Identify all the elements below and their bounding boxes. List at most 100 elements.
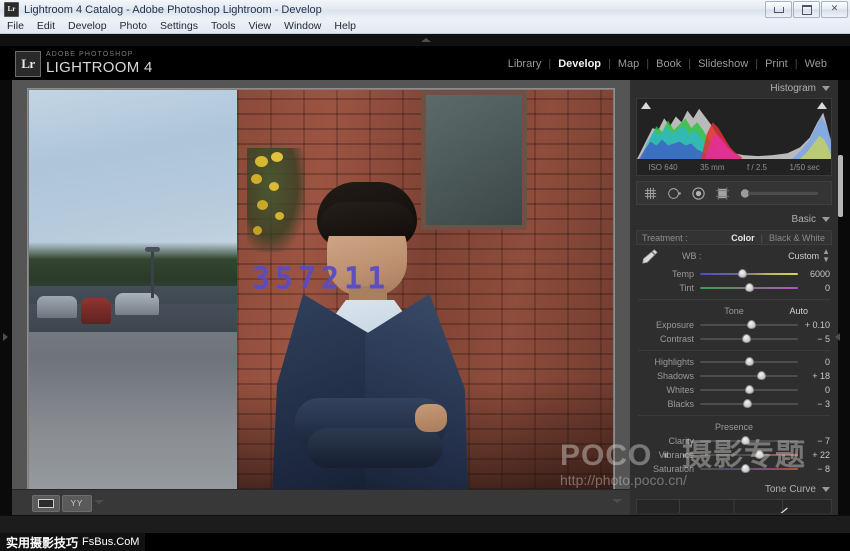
minimize-button[interactable]	[765, 1, 792, 18]
crop-overlay-icon[interactable]	[643, 186, 658, 201]
maximize-button[interactable]	[793, 1, 820, 18]
treatment-bw-option[interactable]: Black & White	[769, 233, 831, 243]
white-balance-selector-icon[interactable]	[638, 247, 660, 265]
exposure-value: + 0.10	[798, 320, 830, 330]
exif-iso: ISO 640	[648, 163, 677, 172]
top-panel-collapse-icon[interactable]	[421, 38, 431, 42]
toolbar-mode-chevron-down-icon[interactable]	[94, 500, 104, 504]
temp-label: Temp	[638, 269, 694, 279]
slider-row-temp[interactable]: Temp 6000	[630, 267, 838, 281]
photo-canvas[interactable]: 357211	[29, 90, 613, 520]
vibrance-track	[700, 454, 798, 456]
slider-row-saturation[interactable]: Saturation − 8	[630, 462, 838, 476]
subject-hand	[415, 404, 447, 432]
menu-view[interactable]: View	[248, 20, 271, 32]
slider-row-blacks[interactable]: Blacks − 3	[630, 397, 838, 411]
contrast-slider[interactable]	[700, 334, 798, 344]
slider-row-contrast[interactable]: Contrast − 5	[630, 332, 838, 346]
chevron-down-icon[interactable]	[822, 86, 830, 91]
identity-plate: ADOBE PHOTOSHOP LIGHTROOM 4	[46, 50, 153, 76]
shadows-track	[700, 375, 798, 377]
highlights-value: 0	[798, 357, 830, 367]
left-panel-collapsed[interactable]	[0, 80, 12, 535]
module-web[interactable]: Web	[798, 58, 834, 70]
red-eye-correction-icon[interactable]	[691, 186, 706, 201]
exposure-slider[interactable]	[700, 320, 798, 330]
highlights-knob[interactable]	[745, 357, 754, 366]
temp-slider[interactable]	[700, 269, 798, 279]
slider-row-vibrance[interactable]: Vibrance + 22	[630, 448, 838, 462]
menu-photo[interactable]: Photo	[120, 20, 147, 32]
image-viewer[interactable]: 357211	[12, 80, 630, 535]
slider-row-whites[interactable]: Whites 0	[630, 383, 838, 397]
module-develop[interactable]: Develop	[551, 58, 608, 70]
menu-settings[interactable]: Settings	[160, 20, 198, 32]
clarity-knob[interactable]	[741, 436, 750, 445]
status-tooltip: 实用摄影技巧 FsBus.CoM	[0, 533, 145, 551]
module-library[interactable]: Library	[501, 58, 549, 70]
lightroom-app: Lr ADOBE PHOTOSHOP LIGHTROOM 4 Library |…	[0, 34, 850, 551]
tone-curve-panel-header[interactable]: Tone Curve	[630, 481, 838, 497]
highlights-slider[interactable]	[700, 357, 798, 367]
menu-develop[interactable]: Develop	[68, 20, 107, 32]
toolbar-options-chevron-down-icon[interactable]	[612, 499, 622, 503]
blacks-knob[interactable]	[743, 399, 752, 408]
spot-removal-icon[interactable]	[667, 186, 682, 201]
close-button[interactable]: ✕	[821, 1, 848, 18]
module-picker: Library | Develop | Map | Book | Slidesh…	[501, 58, 834, 70]
left-panel-collapse-icon[interactable]	[3, 333, 8, 341]
module-map[interactable]: Map	[611, 58, 646, 70]
menu-window[interactable]: Window	[284, 20, 321, 32]
exposure-knob[interactable]	[747, 320, 756, 329]
saturation-knob[interactable]	[741, 464, 750, 473]
slider-row-tint[interactable]: Tint 0	[630, 281, 838, 295]
whites-value: 0	[798, 385, 830, 395]
whites-knob[interactable]	[745, 385, 754, 394]
histogram-panel-header[interactable]: Histogram	[630, 80, 838, 96]
saturation-slider[interactable]	[700, 464, 798, 474]
right-panel-scrollbar[interactable]	[838, 155, 843, 217]
photo-subject	[265, 182, 475, 520]
auto-tone-button[interactable]: Auto	[789, 306, 808, 316]
menu-file[interactable]: File	[7, 20, 24, 32]
right-panel-collapse-icon[interactable]	[835, 333, 840, 341]
menu-tools[interactable]: Tools	[211, 20, 236, 32]
loupe-view-button[interactable]	[32, 495, 60, 512]
wb-value[interactable]: Custom	[788, 251, 819, 261]
vibrance-knob[interactable]	[755, 450, 764, 459]
basic-panel-header[interactable]: Basic	[630, 211, 838, 227]
blacks-slider[interactable]	[700, 399, 798, 409]
graduated-filter-icon[interactable]	[715, 186, 730, 201]
treatment-label: Treatment :	[637, 233, 688, 243]
flower-blossom	[255, 156, 268, 167]
adjustment-brush-icon[interactable]	[739, 187, 821, 200]
slider-row-exposure[interactable]: Exposure + 0.10	[630, 318, 838, 332]
temp-knob[interactable]	[738, 269, 747, 278]
shadows-knob[interactable]	[757, 371, 766, 380]
shadows-slider[interactable]	[700, 371, 798, 381]
tint-slider[interactable]	[700, 283, 798, 293]
vibrance-slider[interactable]	[700, 450, 798, 460]
slider-row-shadows[interactable]: Shadows + 18	[630, 369, 838, 383]
right-panel: Histogram	[630, 80, 838, 535]
menu-edit[interactable]: Edit	[37, 20, 55, 32]
contrast-label: Contrast	[638, 334, 694, 344]
clarity-slider[interactable]	[700, 436, 798, 446]
slider-row-clarity[interactable]: Clarity − 7	[630, 434, 838, 448]
tint-knob[interactable]	[745, 283, 754, 292]
whites-slider[interactable]	[700, 385, 798, 395]
slider-row-highlights[interactable]: Highlights 0	[630, 355, 838, 369]
chevron-down-icon[interactable]	[822, 217, 830, 222]
menu-help[interactable]: Help	[334, 20, 356, 32]
photo-car-red	[81, 298, 111, 324]
identity-line-2: LIGHTROOM 4	[46, 59, 153, 76]
histogram[interactable]: ISO 640 35 mm f / 2.5 1/50 sec	[636, 98, 832, 176]
chevron-down-icon[interactable]	[822, 487, 830, 492]
wb-stepper-icon[interactable]: ▲▼	[822, 248, 830, 264]
module-book[interactable]: Book	[649, 58, 688, 70]
module-slideshow[interactable]: Slideshow	[691, 58, 755, 70]
before-after-button[interactable]: YY	[62, 495, 92, 512]
module-print[interactable]: Print	[758, 58, 795, 70]
treatment-color-option[interactable]: Color	[731, 233, 755, 243]
contrast-knob[interactable]	[742, 334, 751, 343]
